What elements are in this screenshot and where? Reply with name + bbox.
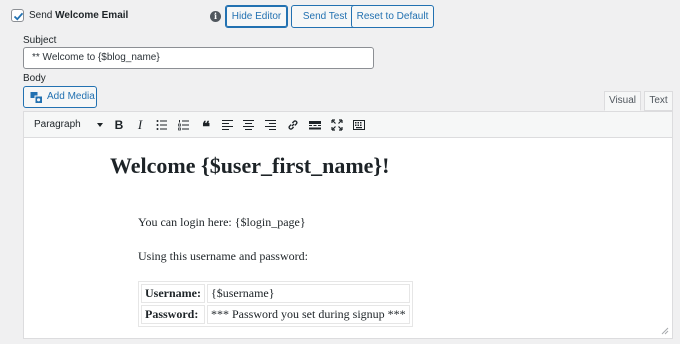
read-more-icon [309, 121, 321, 130]
username-key: Username: [141, 284, 205, 303]
login-line: You can login here: {$login_page} [138, 215, 306, 229]
keyboard-icon [353, 120, 365, 130]
subject-label: Subject [23, 35, 57, 46]
fullscreen-button[interactable] [328, 116, 346, 134]
subject-input[interactable]: ** Welcome to {$blog_name} [23, 47, 374, 69]
editor-content[interactable]: Welcome {$user_first_name}! You can logi… [24, 139, 672, 338]
align-left-button[interactable] [219, 116, 237, 134]
send-test-button[interactable]: Send Test [291, 5, 359, 28]
italic-button[interactable]: I [131, 116, 149, 134]
checkmark-icon [13, 12, 24, 21]
align-right-icon [265, 120, 276, 130]
bold-button[interactable]: B [110, 116, 128, 134]
send-welcome-email-label: Send Welcome Email [29, 10, 129, 21]
link-icon [288, 120, 298, 130]
email-heading: Welcome {$user_first_name}! [110, 153, 390, 178]
password-key: Password: [141, 305, 205, 324]
add-media-icon [30, 92, 43, 104]
blockquote-button[interactable]: ❝ [197, 116, 215, 136]
welcome-email-row: Send Welcome Email i Hide Editor Send Te… [11, 5, 671, 28]
body-label: Body [23, 73, 46, 84]
editor-toolbar: Paragraph B I ❝ [24, 112, 672, 138]
hide-editor-button[interactable]: Hide Editor [225, 5, 288, 28]
format-select[interactable]: Paragraph [27, 116, 105, 133]
numbered-list-button[interactable] [175, 116, 193, 134]
table-row: Password: *** Password you set during si… [141, 305, 410, 324]
read-more-button[interactable] [306, 116, 324, 134]
numbered-list-icon [178, 120, 189, 131]
body-editor: Paragraph B I ❝ Welcome {$user_first_nam… [23, 111, 673, 339]
tab-text[interactable]: Text [644, 91, 673, 111]
username-value: {$username} [206, 284, 410, 303]
info-icon[interactable]: i [210, 11, 221, 22]
align-right-button[interactable] [262, 116, 280, 134]
align-center-button[interactable] [240, 116, 258, 134]
credentials-table: Username: {$username} Password: *** Pass… [138, 281, 413, 327]
bulleted-list-icon [156, 120, 167, 130]
add-media-label: Add Media [47, 91, 95, 102]
bulleted-list-button[interactable] [153, 116, 171, 134]
table-row: Username: {$username} [141, 284, 410, 303]
link-button[interactable] [284, 116, 302, 134]
resize-handle-icon[interactable] [661, 327, 669, 335]
toolbar-toggle-button[interactable] [350, 116, 368, 134]
align-center-icon [243, 120, 254, 130]
format-select-value: Paragraph [34, 119, 81, 130]
password-value: *** Password you set during signup *** [206, 305, 410, 324]
reset-to-default-button[interactable]: Reset to Default [351, 5, 434, 28]
add-media-button[interactable]: Add Media [23, 86, 97, 108]
send-welcome-email-checkbox[interactable] [11, 9, 24, 22]
tab-visual[interactable]: Visual [604, 91, 641, 111]
credentials-intro: Using this username and password: [138, 249, 308, 263]
chevron-down-icon [97, 123, 103, 127]
fullscreen-icon [331, 119, 343, 131]
align-left-icon [222, 120, 233, 130]
